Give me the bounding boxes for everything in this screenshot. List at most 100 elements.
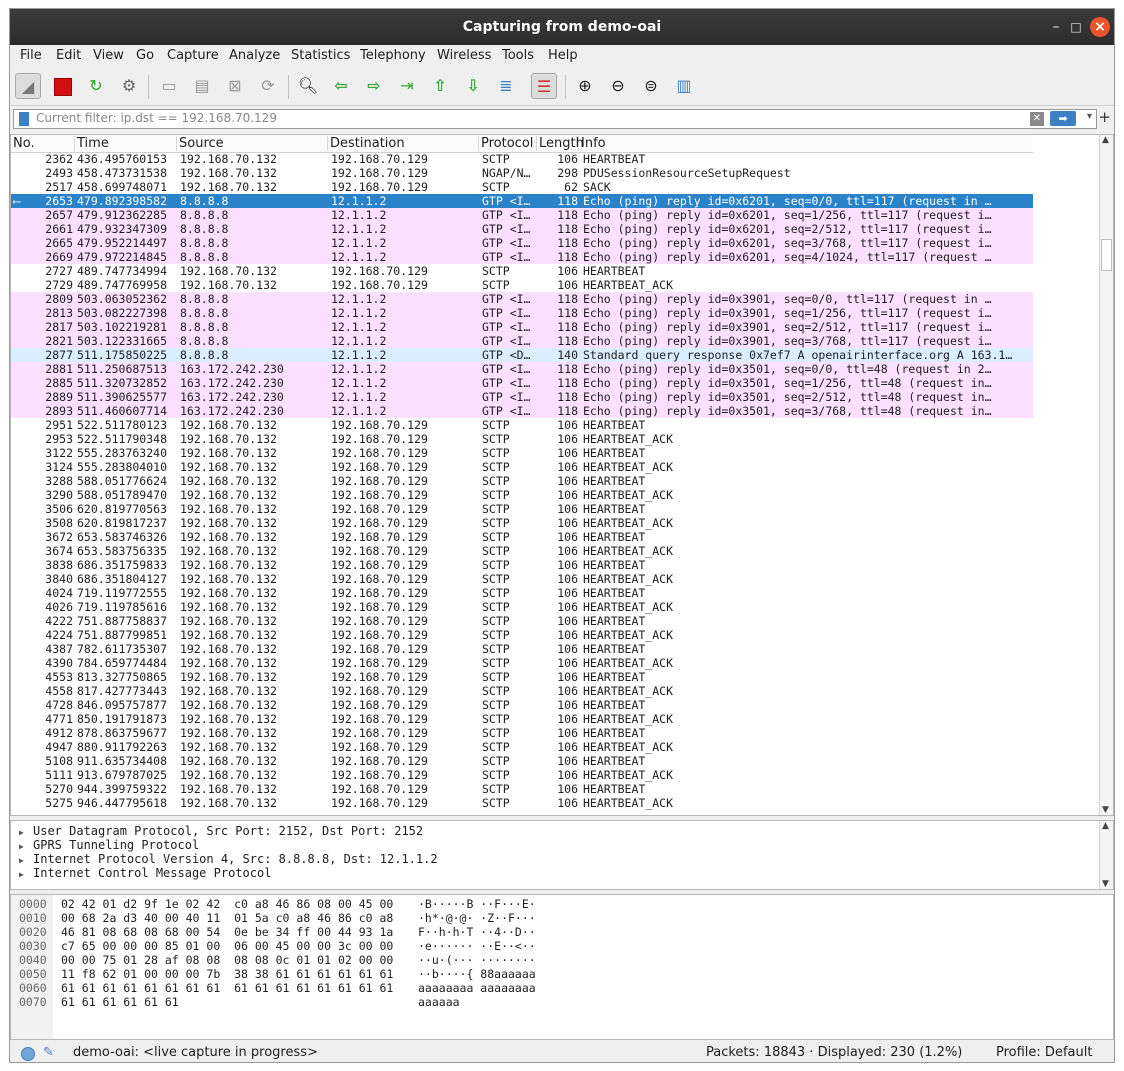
zoom-in-icon[interactable]: ⊕: [572, 73, 598, 99]
last-packet-icon[interactable]: ⇩: [460, 73, 486, 99]
shark-fin-icon[interactable]: ◢: [15, 73, 41, 99]
table-row[interactable]: 2669 479.972214845 8.8.8.8 12.1.1.2 GTP <I… 1…: [11, 250, 1033, 264]
column-source[interactable]: Source: [177, 136, 328, 151]
hex-row[interactable]: 0010 00 68 2a d3 40 00 40 11 01 5a c0 a8 …: [11, 911, 1113, 925]
add-filter-button-icon[interactable]: +: [1098, 108, 1111, 126]
table-row[interactable]: 4947 880.911792263 192.168.70.132 192.168.7…: [11, 740, 1033, 754]
hex-row[interactable]: 0000 02 42 01 d2 9f 1e 02 42 c0 a8 46 86 …: [11, 897, 1113, 911]
table-row[interactable]: 2657 479.912362285 8.8.8.8 12.1.1.2 GTP <I… 1…: [11, 208, 1033, 222]
chevron-down-icon[interactable]: ▾: [1087, 111, 1092, 122]
table-row[interactable]: 5111 913.679787025 192.168.70.132 192.168.7…: [11, 768, 1033, 782]
table-row[interactable]: 2877 511.175850225 8.8.8.8 12.1.1.2 GTP <D… 1…: [11, 348, 1033, 362]
scroll-down-icon[interactable]: ▼: [1102, 805, 1109, 815]
scroll-thumb[interactable]: [1101, 239, 1112, 271]
table-row[interactable]: 4553 813.327750865 192.168.70.132 192.168.7…: [11, 670, 1033, 684]
menu-go[interactable]: Go: [136, 48, 154, 63]
zoom-out-icon[interactable]: ⊖: [605, 73, 631, 99]
capture-comment-icon[interactable]: ✎: [43, 1045, 54, 1060]
maximize-icon[interactable]: □: [1066, 17, 1086, 37]
profile-text[interactable]: Profile: Default: [996, 1045, 1092, 1060]
menu-statistics[interactable]: Statistics: [291, 48, 350, 63]
table-row[interactable]: 3674 653.583756335 192.168.70.132 192.168.7…: [11, 544, 1033, 558]
table-row[interactable]: 3122 555.283763240 192.168.70.132 192.168.7…: [11, 446, 1033, 460]
table-row[interactable]: 2889 511.390625577 163.172.242.230 12.1.1.2…: [11, 390, 1033, 404]
table-row[interactable]: 4728 846.095757877 192.168.70.132 192.168.7…: [11, 698, 1033, 712]
first-packet-icon[interactable]: ⇧: [427, 73, 453, 99]
hex-row[interactable]: 0050 11 f8 62 01 00 00 00 7b 38 38 61 61 …: [11, 967, 1113, 981]
colorize-icon[interactable]: ☰: [531, 73, 557, 99]
close-file-icon[interactable]: ⊠: [222, 73, 248, 99]
table-row[interactable]: 2809 503.063052362 8.8.8.8 12.1.1.2 GTP <I… 1…: [11, 292, 1033, 306]
hex-row[interactable]: 0070 61 61 61 61 61 61 aaaaaa: [11, 995, 1113, 1009]
table-row[interactable]: 2493 458.473731538 192.168.70.132 192.168.7…: [11, 166, 1033, 180]
open-file-icon[interactable]: ▭: [156, 73, 182, 99]
table-row[interactable]: 2953 522.511790348 192.168.70.132 192.168.7…: [11, 432, 1033, 446]
table-row[interactable]: 2951 522.511780123 192.168.70.132 192.168.7…: [11, 418, 1033, 432]
go-back-icon[interactable]: ⇦: [328, 73, 354, 99]
table-row[interactable]: 2661 479.932347309 8.8.8.8 12.1.1.2 GTP <I… 1…: [11, 222, 1033, 236]
table-row[interactable]: 4771 850.191791873 192.168.70.132 192.168.7…: [11, 712, 1033, 726]
table-row[interactable]: 3290 588.051789470 192.168.70.132 192.168.7…: [11, 488, 1033, 502]
table-row[interactable]: 4026 719.119785616 192.168.70.132 192.168.7…: [11, 600, 1033, 614]
table-row[interactable]: 5108 911.635734408 192.168.70.132 192.168.7…: [11, 754, 1033, 768]
go-forward-icon[interactable]: ⇨: [361, 73, 387, 99]
hex-row[interactable]: 0040 00 00 75 01 28 af 08 08 08 08 0c 01 …: [11, 953, 1113, 967]
menu-file[interactable]: File: [20, 48, 42, 63]
hex-row[interactable]: 0060 61 61 61 61 61 61 61 61 61 61 61 61 …: [11, 981, 1113, 995]
column-length[interactable]: Length: [537, 136, 584, 151]
column-info[interactable]: Info: [579, 136, 1033, 151]
detail-ipv4[interactable]: ▶ Internet Protocol Version 4, Src: 8.8.8…: [11, 852, 1113, 866]
hex-row[interactable]: 0030 c7 65 00 00 00 85 01 00 06 00 45 00 …: [11, 939, 1113, 953]
find-packet-icon[interactable]: 🔍︎: [295, 73, 321, 99]
menu-capture[interactable]: Capture: [167, 48, 219, 63]
table-row[interactable]: 3506 620.819770563 192.168.70.132 192.168.7…: [11, 502, 1033, 516]
table-row[interactable]: 2729 489.747769958 192.168.70.132 192.168.7…: [11, 278, 1033, 292]
hex-row[interactable]: 0020 46 81 08 68 08 68 00 54 0e be 34 ff …: [11, 925, 1113, 939]
table-row[interactable]: 2362 436.495760153 192.168.70.132 192.168.7…: [11, 152, 1033, 166]
table-row[interactable]: 2517 458.699748071 192.168.70.132 192.168.7…: [11, 180, 1033, 194]
table-row[interactable]: 3508 620.819817237 192.168.70.132 192.168.7…: [11, 516, 1033, 530]
restart-capture-icon[interactable]: ↻: [83, 73, 109, 99]
expert-info-icon[interactable]: [21, 1047, 35, 1061]
stop-capture-icon[interactable]: [50, 73, 76, 99]
save-file-icon[interactable]: ▤: [189, 73, 215, 99]
bookmark-icon[interactable]: [19, 112, 29, 126]
go-to-packet-icon[interactable]: ⇥: [394, 73, 420, 99]
scroll-down-icon[interactable]: ▼: [1102, 879, 1109, 889]
column-time[interactable]: Time: [75, 136, 177, 151]
scroll-up-icon[interactable]: ▲: [1102, 821, 1109, 831]
table-row[interactable]: 4558 817.427773443 192.168.70.132 192.168.7…: [11, 684, 1033, 698]
column-protocol[interactable]: Protocol: [479, 136, 537, 151]
menu-edit[interactable]: Edit: [56, 48, 81, 63]
menu-view[interactable]: View: [93, 48, 124, 63]
menu-help[interactable]: Help: [548, 48, 578, 63]
menu-telephony[interactable]: Telephony: [360, 48, 426, 63]
table-row[interactable]: 2653 479.892398582 8.8.8.8 12.1.1.2 GTP <I… 1…: [11, 194, 1033, 208]
scroll-up-icon[interactable]: ▲: [1102, 135, 1109, 145]
detail-icmp[interactable]: ▶ Internet Control Message Protocol: [11, 866, 1113, 880]
table-row[interactable]: 2665 479.952214497 8.8.8.8 12.1.1.2 GTP <I… 1…: [11, 236, 1033, 250]
expand-arrow-icon[interactable]: ▶: [19, 868, 33, 882]
column-no[interactable]: No.: [11, 136, 75, 151]
packet-list-scrollbar[interactable]: ▲ ▼: [1099, 135, 1113, 815]
menu-tools[interactable]: Tools: [502, 48, 534, 63]
details-scrollbar[interactable]: ▲ ▼: [1099, 821, 1113, 889]
menu-wireless[interactable]: Wireless: [437, 48, 491, 63]
capture-options-icon[interactable]: ⚙: [116, 73, 142, 99]
table-row[interactable]: 2813 503.082227398 8.8.8.8 12.1.1.2 GTP <I… 1…: [11, 306, 1033, 320]
table-row[interactable]: 4912 878.863759677 192.168.70.132 192.168.7…: [11, 726, 1033, 740]
autoscroll-icon[interactable]: ≣: [493, 73, 519, 99]
table-row[interactable]: 4390 784.659774484 192.168.70.132 192.168.7…: [11, 656, 1033, 670]
normal-size-icon[interactable]: ⊜: [638, 73, 664, 99]
minimize-icon[interactable]: –: [1046, 17, 1066, 37]
table-row[interactable]: 4024 719.119772555 192.168.70.132 192.168.7…: [11, 586, 1033, 600]
table-row[interactable]: 4222 751.887758837 192.168.70.132 192.168.7…: [11, 614, 1033, 628]
table-row[interactable]: 2817 503.102219281 8.8.8.8 12.1.1.2 GTP <I… 1…: [11, 320, 1033, 334]
apply-filter-icon[interactable]: ➡: [1050, 111, 1076, 126]
table-row[interactable]: 2885 511.320732852 163.172.242.230 12.1.1.2…: [11, 376, 1033, 390]
column-destination[interactable]: Destination: [328, 136, 479, 151]
table-row[interactable]: 5275 946.447795618 192.168.70.132 192.168.7…: [11, 796, 1033, 810]
table-row[interactable]: 3124 555.283804010 192.168.70.132 192.168.7…: [11, 460, 1033, 474]
table-row[interactable]: 3840 686.351804127 192.168.70.132 192.168.7…: [11, 572, 1033, 586]
table-row[interactable]: 2727 489.747734994 192.168.70.132 192.168.7…: [11, 264, 1033, 278]
